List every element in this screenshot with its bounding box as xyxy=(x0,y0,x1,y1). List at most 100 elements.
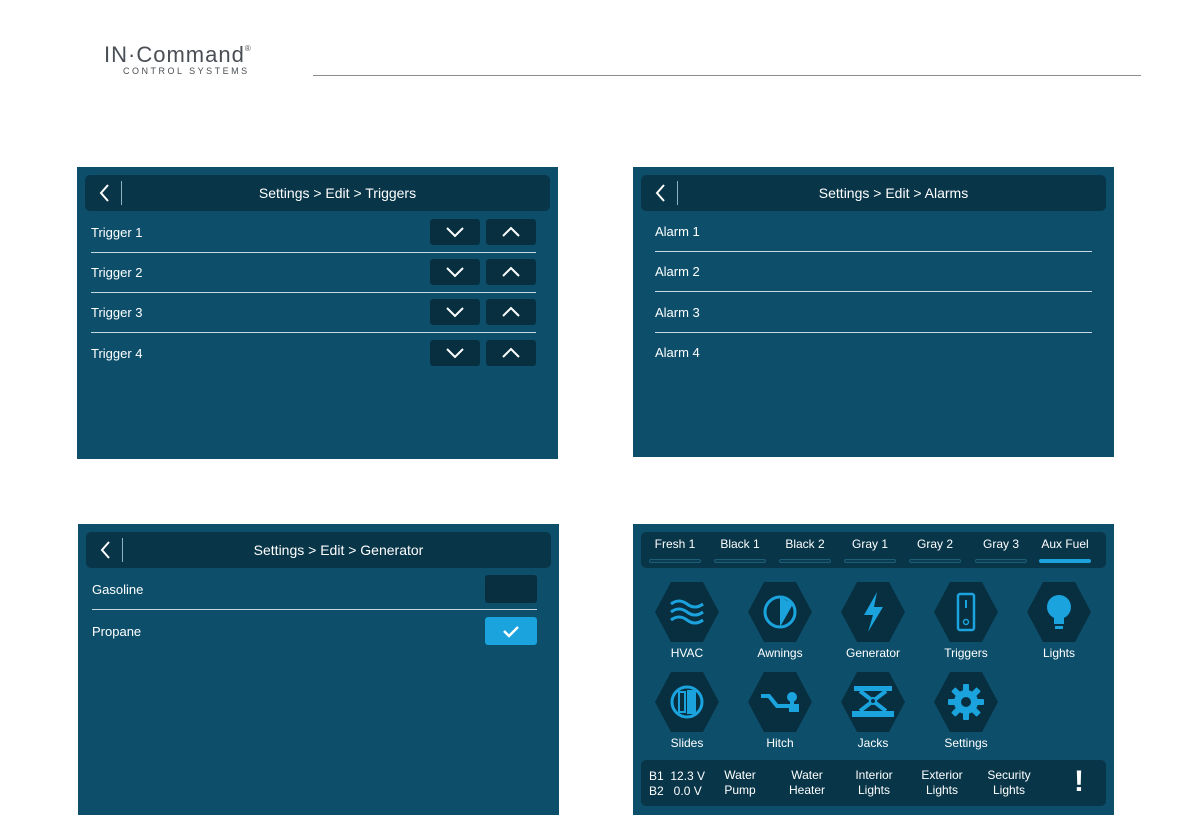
fuel-option-row: Gasoline xyxy=(92,570,537,610)
alarm-row[interactable]: Alarm 3 xyxy=(655,293,1092,333)
tank-black-1[interactable]: Black 1 xyxy=(710,532,770,568)
tile-label: Hitch xyxy=(766,736,794,750)
exterior-lights-button[interactable]: Exterior Lights xyxy=(910,768,974,798)
trigger-label: Trigger 1 xyxy=(91,225,143,240)
battery-b2: B2 0.0 V xyxy=(649,784,702,798)
chevron-down-icon xyxy=(446,307,464,318)
status-line: Pump xyxy=(724,783,756,797)
status-line: Security xyxy=(987,768,1031,782)
tank-level-bar xyxy=(975,559,1027,563)
hvac-tile[interactable]: HVAC xyxy=(647,580,727,666)
row-divider xyxy=(655,291,1092,292)
generator-icon xyxy=(840,580,906,644)
tank-label: Gray 3 xyxy=(982,537,1019,551)
tank-label: Aux Fuel xyxy=(1041,537,1089,551)
back-button[interactable] xyxy=(95,182,115,204)
status-line: Lights xyxy=(925,783,959,797)
awnings-icon xyxy=(747,580,813,644)
alert-icon[interactable]: ! xyxy=(1074,764,1084,800)
tank-label: Gray 1 xyxy=(851,537,888,551)
tile-label: HVAC xyxy=(670,646,704,660)
tank-level-bar xyxy=(714,559,766,563)
status-line: Lights xyxy=(857,783,891,797)
status-line: Water xyxy=(724,768,756,782)
chevron-down-icon xyxy=(446,267,464,278)
tank-level-bar xyxy=(844,559,896,563)
trigger-row: Trigger 2 xyxy=(91,253,536,293)
page-title: Settings > Edit > Generator xyxy=(253,542,424,558)
hitch-tile[interactable]: Hitch xyxy=(740,670,820,756)
page-title: Settings > Edit > Alarms xyxy=(818,185,969,201)
tile-label: Triggers xyxy=(944,646,988,660)
lights-tile[interactable]: Lights xyxy=(1019,580,1099,666)
chevron-left-icon xyxy=(99,184,109,202)
move-up-button[interactable] xyxy=(486,299,536,325)
alarms-panel: Settings > Edit > Alarms Alarm 1 Alarm 2… xyxy=(633,167,1114,457)
water-pump-button[interactable]: Water Pump xyxy=(708,768,772,798)
triggers-tile[interactable]: Triggers xyxy=(926,580,1006,666)
alarm-row[interactable]: Alarm 2 xyxy=(655,252,1092,292)
checkmark-icon xyxy=(503,626,519,638)
alarm-row[interactable]: Alarm 4 xyxy=(655,333,1092,373)
alarm-label: Alarm 3 xyxy=(655,305,700,320)
triggers-panel: Settings > Edit > Triggers Trigger 1 Tri… xyxy=(77,167,558,459)
chevron-up-icon xyxy=(502,347,520,358)
trigger-label: Trigger 3 xyxy=(91,305,143,320)
chevron-up-icon xyxy=(502,306,520,317)
alarm-row[interactable]: Alarm 1 xyxy=(655,212,1092,252)
water-heater-button[interactable]: Water Heater xyxy=(775,768,839,798)
security-lights-button[interactable]: Security Lights xyxy=(977,768,1041,798)
hvac-icon xyxy=(654,580,720,644)
chevron-up-icon xyxy=(502,266,520,277)
alarm-label: Alarm 4 xyxy=(655,345,700,360)
status-line: Heater xyxy=(788,783,826,797)
move-up-button[interactable] xyxy=(486,219,536,245)
jacks-tile[interactable]: Jacks xyxy=(833,670,913,756)
settings-tile[interactable]: Settings xyxy=(926,670,1006,756)
trigger-label: Trigger 2 xyxy=(91,265,143,280)
title-bar: Settings > Edit > Generator xyxy=(86,532,551,568)
awnings-tile[interactable]: Awnings xyxy=(740,580,820,666)
brand-name: IN·Command xyxy=(104,42,245,67)
title-bar: Settings > Edit > Alarms xyxy=(641,175,1106,211)
generator-tile[interactable]: Generator xyxy=(833,580,913,666)
move-down-button[interactable] xyxy=(430,340,480,366)
move-down-button[interactable] xyxy=(430,219,480,245)
tank-gray-3[interactable]: Gray 3 xyxy=(971,532,1031,568)
tank-label: Black 1 xyxy=(720,537,760,551)
chevron-down-icon xyxy=(446,348,464,359)
tank-gray-2[interactable]: Gray 2 xyxy=(905,532,965,568)
move-down-button[interactable] xyxy=(430,299,480,325)
title-divider xyxy=(677,181,678,205)
tank-label: Gray 2 xyxy=(916,537,953,551)
back-button[interactable] xyxy=(651,182,671,204)
tank-fresh-1[interactable]: Fresh 1 xyxy=(645,532,705,568)
dashboard-panel: Fresh 1 Black 1 Black 2 Gray 1 Gray 2 Gr… xyxy=(633,524,1114,815)
move-down-button[interactable] xyxy=(430,259,480,285)
gasoline-checkbox[interactable] xyxy=(485,575,537,603)
tile-label: Lights xyxy=(1042,646,1076,660)
trigger-label: Trigger 4 xyxy=(91,346,143,361)
lights-icon xyxy=(1026,580,1092,644)
tank-black-2[interactable]: Black 2 xyxy=(775,532,835,568)
status-bar: B1 12.3 V B2 0.0 V Water Pump Water Heater … xyxy=(641,760,1106,806)
fuel-option-row: Propane xyxy=(92,612,537,652)
move-up-button[interactable] xyxy=(486,340,536,366)
back-button[interactable] xyxy=(96,539,116,561)
tank-bar: Fresh 1 Black 1 Black 2 Gray 1 Gray 2 Gr… xyxy=(641,532,1106,568)
status-line: Water xyxy=(791,768,823,782)
title-divider xyxy=(122,538,123,562)
trigger-row: Trigger 3 xyxy=(91,293,536,333)
slides-tile[interactable]: Slides xyxy=(647,670,727,756)
tank-gray-1[interactable]: Gray 1 xyxy=(840,532,900,568)
tank-aux-fuel[interactable]: Aux Fuel xyxy=(1035,532,1095,568)
trigger-row: Trigger 1 xyxy=(91,213,536,253)
chevron-left-icon xyxy=(100,541,110,559)
interior-lights-button[interactable]: Interior Lights xyxy=(842,768,906,798)
move-up-button[interactable] xyxy=(486,259,536,285)
propane-checkbox[interactable] xyxy=(485,617,537,645)
tank-level-bar xyxy=(649,559,701,563)
brand-logo: IN·Command® CONTROL SYSTEMS xyxy=(104,42,294,82)
status-line: Interior xyxy=(855,768,893,782)
chevron-up-icon xyxy=(502,226,520,237)
